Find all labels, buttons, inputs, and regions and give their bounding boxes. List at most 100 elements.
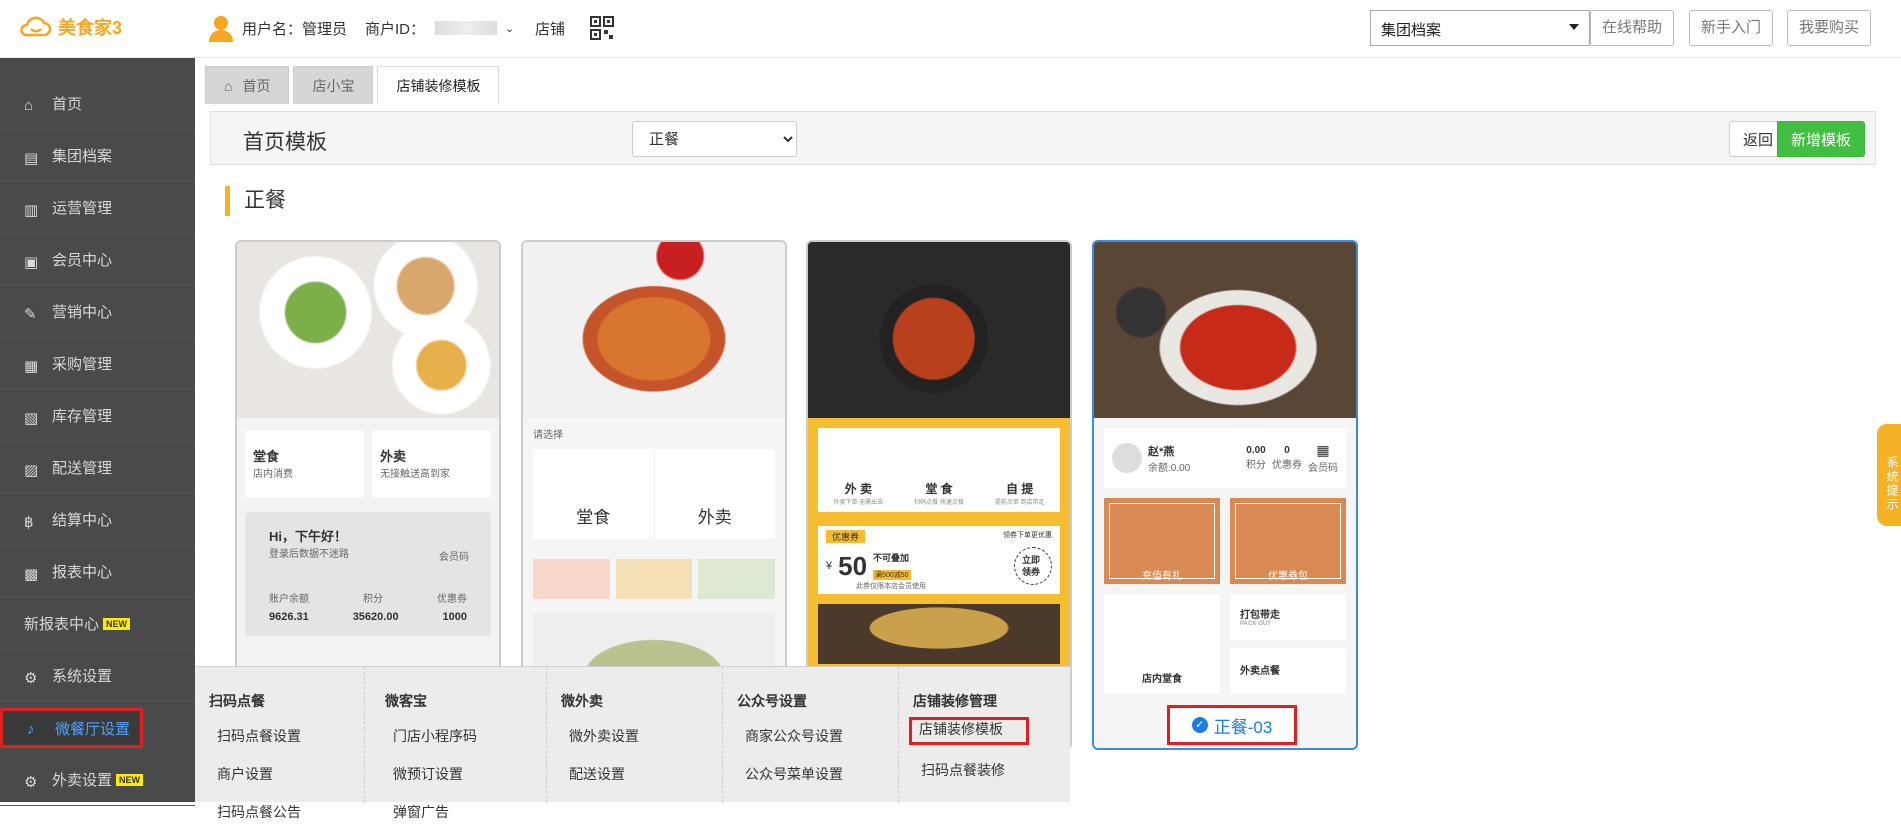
dine-label: 堂食 bbox=[533, 449, 655, 539]
online-help-button[interactable]: 在线帮助 bbox=[1590, 10, 1675, 46]
cutlery-icon: ♪ bbox=[27, 721, 35, 738]
submenu-item[interactable]: 扫码点餐装修 bbox=[899, 751, 1070, 789]
food-photo bbox=[1094, 242, 1356, 418]
stat-labels: 账户余额 积分 优惠券 bbox=[269, 590, 467, 605]
idcard-icon: ▣ bbox=[24, 253, 39, 271]
order-row: 店内堂食 打包带走 PACK OUT 外卖点餐 bbox=[1104, 594, 1346, 694]
stat-label: 积分 bbox=[363, 594, 383, 605]
points-stat: 0.00 积分 bbox=[1246, 445, 1266, 471]
coupon-scope: 此券仅限本店会员使用 bbox=[856, 583, 926, 590]
sidebar-item-micro-restaurant[interactable]: ♪ 微餐厅设置 bbox=[0, 708, 143, 748]
logo[interactable]: 美食家3 bbox=[18, 14, 122, 40]
tab-dianxiaobao[interactable]: 店小宝 bbox=[293, 66, 374, 104]
submenu-item[interactable]: 门店小程序码 bbox=[371, 717, 546, 755]
user-info: 用户名：管理员 商户ID： ⌄ bbox=[208, 14, 514, 42]
coupon-tile bbox=[698, 559, 776, 599]
submenu-item[interactable]: 扫码点餐公告 bbox=[195, 793, 364, 831]
category-select[interactable]: 正餐 bbox=[632, 121, 797, 157]
dine-sub: 店内消费 bbox=[253, 469, 293, 480]
dine-tile: 堂 食扫码点餐 快速点餐 bbox=[899, 480, 980, 512]
group-select[interactable]: 集团档案 bbox=[1370, 10, 1590, 46]
sidebar-item-new-reports[interactable]: 新报表中心 NEW bbox=[0, 598, 195, 650]
sidebar-item-label: 会员中心 bbox=[52, 252, 113, 269]
system-tip-tab[interactable]: 系统提示 bbox=[1877, 424, 1901, 526]
card-body: 赵*燕 余额:0.00 0.00 积分 0 优惠券 ▦ 会员码 充值有礼 优惠券包 店内… bbox=[1094, 418, 1356, 748]
dine-sub: 扫码点餐 快速点餐 bbox=[914, 500, 964, 506]
shop-link[interactable]: 店铺 bbox=[535, 18, 565, 39]
tab-label: 店小宝 bbox=[312, 78, 355, 94]
sidebar-item-system[interactable]: ⚙ 系统设置 bbox=[0, 650, 195, 702]
submenu-item[interactable]: 微外卖设置 bbox=[547, 717, 722, 755]
member-code-label: 会员码 bbox=[439, 552, 469, 563]
coupon-strip bbox=[533, 559, 776, 599]
stat-label: 账户余额 bbox=[269, 594, 309, 605]
submenu-heading: 店铺装修管理 bbox=[913, 693, 997, 709]
submenu-item-shop-template[interactable]: 店铺装修模板 bbox=[909, 717, 1029, 745]
sidebar-item-label: 集团档案 bbox=[52, 148, 113, 165]
tab-home[interactable]: ⌂ 首页 bbox=[205, 66, 290, 104]
sidebar-item-label: 营销中心 bbox=[52, 304, 113, 321]
dine-label: 堂 食 bbox=[925, 482, 953, 496]
buy-button[interactable]: 我要购买 bbox=[1787, 10, 1872, 46]
pack-tile: 打包带走 PACK OUT bbox=[1230, 594, 1346, 640]
home-icon: ⌂ bbox=[224, 78, 233, 94]
dine-label: 堂食 bbox=[253, 449, 280, 464]
sidebar-item-label: 外卖设置 bbox=[52, 772, 113, 789]
pack-label: 打包带走 bbox=[1240, 610, 1280, 621]
sidebar-item-label: 库存管理 bbox=[52, 408, 113, 425]
submenu-item[interactable]: 弹窗广告 bbox=[371, 793, 546, 831]
order-col: 打包带走 PACK OUT 外卖点餐 bbox=[1230, 594, 1346, 694]
coupon-cond-tag: 满500减50 bbox=[873, 570, 911, 580]
promo-row: 充值有礼 优惠券包 bbox=[1104, 498, 1346, 584]
submenu-item[interactable]: 微预订设置 bbox=[371, 755, 546, 793]
sidebar-item-delivery[interactable]: ▨ 配送管理 bbox=[0, 442, 195, 494]
home-icon: ⌂ bbox=[24, 96, 34, 114]
sidebar-item-label: 新报表中心 bbox=[24, 616, 100, 633]
chevron-down-icon[interactable]: ⌄ bbox=[505, 22, 514, 35]
submenu-col-takeout: 微外卖 微外卖设置 配送设置 bbox=[547, 667, 723, 803]
pickup-sub: 提前点单 到店带走 bbox=[994, 500, 1045, 506]
sidebar-item-home[interactable]: ⌂ 首页 bbox=[0, 78, 195, 130]
tab-shop-template[interactable]: 店铺装修模板 bbox=[377, 66, 500, 104]
member-balance: 余额:0.00 bbox=[1148, 462, 1191, 474]
coupons-stat: 0 优惠券 bbox=[1272, 445, 1302, 471]
sidebar-item-members[interactable]: ▣ 会员中心 bbox=[0, 234, 195, 286]
avatar bbox=[1112, 443, 1142, 473]
takeout-tile: 外 卖外卖下单 无需出去 bbox=[818, 480, 899, 512]
template-card-4[interactable]: 赵*燕 余额:0.00 0.00 积分 0 优惠券 ▦ 会员码 充值有礼 优惠券包 店内… bbox=[1092, 240, 1358, 750]
submenu-item[interactable]: 商家公众号设置 bbox=[723, 717, 898, 755]
sidebar-item-inventory[interactable]: ▧ 库存管理 bbox=[0, 390, 195, 442]
submenu-item[interactable]: 配送设置 bbox=[547, 755, 722, 793]
sidebar-item-reports[interactable]: ▩ 报表中心 bbox=[0, 546, 195, 598]
coupon-tag: 优惠券 bbox=[826, 530, 866, 543]
sidebar-item-takeout[interactable]: ⚙ 外卖设置 NEW bbox=[0, 754, 195, 806]
new-badge: NEW bbox=[116, 773, 144, 786]
takeout-label: 外 卖 bbox=[844, 482, 872, 496]
sidebar-item-label: 微餐厅设置 bbox=[55, 720, 131, 738]
sidebar-item-settlement[interactable]: ฿ 结算中心 bbox=[0, 494, 195, 546]
submenu-item[interactable]: 扫码点餐设置 bbox=[195, 717, 364, 755]
select-arrow-icon bbox=[1569, 24, 1579, 30]
coupon-tile bbox=[615, 559, 693, 599]
submenu-item[interactable]: 公众号菜单设置 bbox=[723, 755, 898, 793]
submenu-col-official: 公众号设置 商家公众号设置 公众号菜单设置 bbox=[723, 667, 899, 803]
page-title: 首页模板 bbox=[243, 131, 327, 154]
qr-code-icon: ▦ bbox=[1316, 442, 1330, 458]
sidebar-item-operations[interactable]: ▥ 运营管理 bbox=[0, 182, 195, 234]
submenu-item[interactable]: 商户设置 bbox=[195, 755, 364, 793]
pack-sub: PACK OUT bbox=[1240, 621, 1271, 627]
selected-template-label[interactable]: ✓ 正餐-03 bbox=[1167, 705, 1297, 745]
edit-icon: ✎ bbox=[24, 305, 37, 323]
merchant-label: 商户ID： bbox=[365, 20, 426, 38]
doc-icon: ▧ bbox=[24, 409, 39, 427]
coupon-pack-tile: 优惠券包 bbox=[1230, 498, 1346, 584]
sidebar-item-group[interactable]: ▤ 集团档案 bbox=[0, 130, 195, 182]
add-template-button[interactable]: 新增模板 bbox=[1777, 121, 1865, 157]
sidebar-item-marketing[interactable]: ✎ 营销中心 bbox=[0, 286, 195, 338]
beginner-guide-button[interactable]: 新手入门 bbox=[1689, 10, 1774, 46]
greeting: Hi，下午好！ bbox=[269, 529, 348, 544]
takeout-tile: 外卖 无接触送高到家 bbox=[372, 430, 491, 498]
sidebar-item-purchase[interactable]: ▦ 采购管理 bbox=[0, 338, 195, 390]
qr-code-icon[interactable] bbox=[590, 16, 614, 40]
takeout-label: 外卖 bbox=[380, 449, 407, 464]
